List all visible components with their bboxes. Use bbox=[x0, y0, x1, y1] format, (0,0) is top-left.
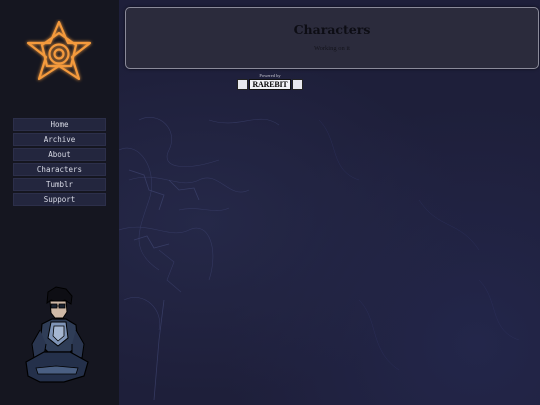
rabbit-right-icon bbox=[291, 79, 303, 90]
main-content: Characters Working on it Powered by RARE… bbox=[119, 0, 540, 405]
rarebit-badge[interactable]: Powered by RAREBIT bbox=[235, 73, 305, 90]
nav-about-link[interactable]: About bbox=[13, 148, 106, 161]
sidebar: Home Archive About Characters Tumblr Sup… bbox=[0, 0, 119, 405]
nav-tumblr-link[interactable]: Tumblr bbox=[13, 178, 106, 191]
nav-home-link[interactable]: Home bbox=[13, 118, 106, 131]
rabbit-left-icon bbox=[237, 79, 249, 90]
nav-archive-link[interactable]: Archive bbox=[13, 133, 106, 146]
characters-panel: Characters Working on it bbox=[125, 7, 539, 69]
page-title: Characters bbox=[293, 22, 371, 37]
star-logo-icon[interactable] bbox=[24, 19, 94, 89]
nav-support-link[interactable]: Support bbox=[13, 193, 106, 206]
mascot-character-image bbox=[25, 286, 89, 383]
main-nav: Home Archive About Characters Tumblr Sup… bbox=[13, 118, 106, 208]
rarebit-wordmark: RAREBIT bbox=[249, 79, 291, 90]
nav-characters-link[interactable]: Characters bbox=[13, 163, 106, 176]
status-text: Working on it bbox=[314, 45, 350, 52]
